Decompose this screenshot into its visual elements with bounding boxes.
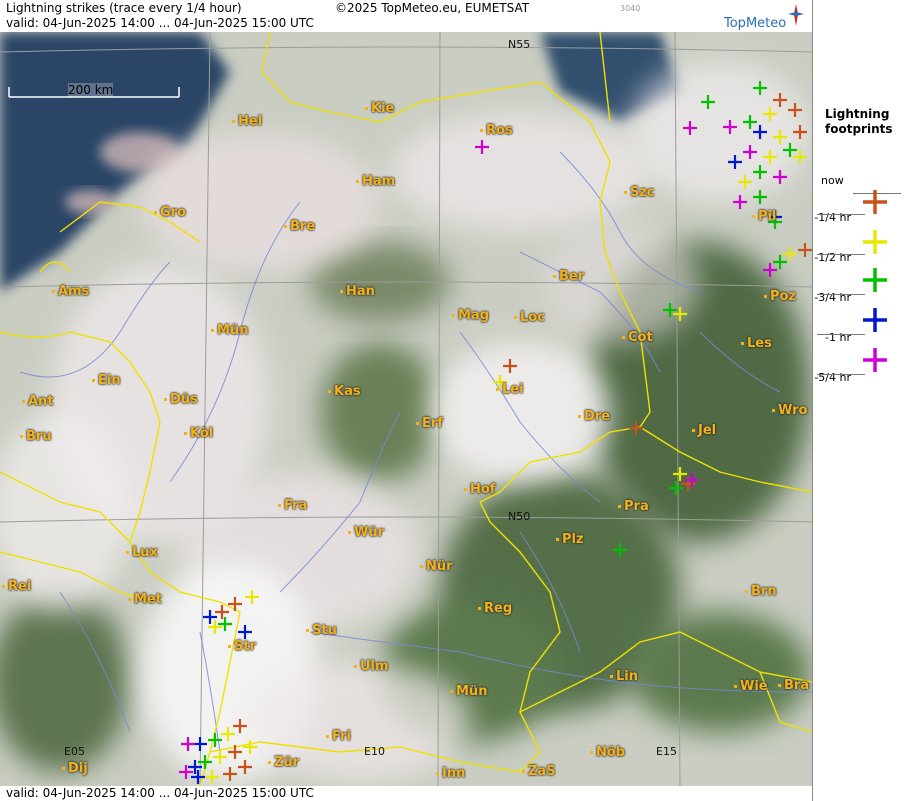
city-label: Hel <box>232 114 262 129</box>
map-title: Lightning strikes (trace every 1/4 hour) <box>6 1 242 15</box>
city-label: Zür <box>268 755 299 770</box>
city-label: Fri <box>326 729 351 744</box>
grid-label-e05: E05 <box>64 745 85 758</box>
city-label: Mün <box>211 323 248 338</box>
legend-cross-icon <box>863 190 887 214</box>
legend-label: -3/4 hr <box>814 291 851 304</box>
legend-label: -5/4 hr <box>814 371 851 384</box>
city-label: ZaS <box>522 764 556 779</box>
strike-cluster-north-east <box>681 79 812 279</box>
grid-label-e10: E10 <box>364 745 385 758</box>
satellite-map: 200 km N55 N50 E05 E10 E15 Hel Kie Ros H… <box>0 32 812 786</box>
city-label: Bru <box>20 429 52 444</box>
city-label: Ham <box>356 174 395 189</box>
city-label: Düs <box>164 392 198 407</box>
strike-cluster-dresden <box>627 419 645 437</box>
city-label: Wie <box>734 679 768 694</box>
city-label: Hof <box>464 482 495 497</box>
map-footer: valid: 04-Jun-2025 14:00 ... 04-Jun-2025… <box>0 786 812 801</box>
city-label: Szc <box>624 185 655 200</box>
topmeteo-logo: TopMeteo <box>724 4 804 32</box>
city-label: Poz <box>764 289 796 304</box>
city-label: Inn <box>436 766 465 781</box>
city-label: Ams <box>52 284 89 299</box>
legend-label: -1/4 hr <box>814 211 851 224</box>
legend-cross-icon <box>863 230 887 254</box>
city-label: Lux <box>126 545 158 560</box>
city-label: Köl <box>184 426 213 441</box>
grid-label-e15: E15 <box>656 745 677 758</box>
city-label: Lei <box>496 382 524 397</box>
city-label: Plz <box>556 532 584 547</box>
city-label: Mün <box>450 684 487 699</box>
legend-label: now <box>821 174 844 187</box>
legend-cross-icon <box>863 348 887 372</box>
city-label: Ber <box>553 269 584 284</box>
city-label: Erf <box>416 416 443 431</box>
city-label: Fra <box>278 498 307 513</box>
city-label: Wür <box>348 525 384 540</box>
city-label: Ant <box>22 394 54 409</box>
city-label: Lin <box>610 669 638 684</box>
strike-cluster-south <box>177 717 259 786</box>
city-label: Kie <box>365 101 394 116</box>
city-label: Bra <box>778 678 809 693</box>
city-label: Reg <box>478 601 512 616</box>
legend-title: Lightning footprints <box>825 107 893 136</box>
strike-cluster-cottbus <box>661 301 689 323</box>
scale-label: 200 km <box>68 83 114 97</box>
legend-cross-icon <box>863 308 887 332</box>
grid-label-n55: N55 <box>508 38 531 51</box>
city-label: Str <box>228 639 256 654</box>
city-label: Mag <box>452 308 489 323</box>
city-label: Pra <box>618 499 649 514</box>
city-label: Jel <box>692 423 716 438</box>
city-label: Ulm <box>354 659 389 674</box>
grid-label-n50: N50 <box>508 510 531 523</box>
city-label: Met <box>128 592 162 607</box>
map-header: Lightning strikes (trace every 1/4 hour)… <box>0 0 812 32</box>
city-label: Dre <box>578 409 610 424</box>
city-label: Stu <box>306 623 337 638</box>
footer-valid-time: valid: 04-Jun-2025 14:00 ... 04-Jun-2025… <box>6 786 314 800</box>
city-label: Ros <box>480 123 513 138</box>
scale-bar: 200 km <box>8 83 180 99</box>
city-label: Wro <box>772 403 807 418</box>
city-label: Bre <box>284 219 315 234</box>
city-label: Les <box>741 336 772 351</box>
city-label: Pil <box>752 209 776 224</box>
city-label: Han <box>340 284 375 299</box>
city-label: Rei <box>2 579 31 594</box>
city-label: Cot <box>622 330 653 345</box>
city-label: Nür <box>420 559 453 574</box>
logo-text: TopMeteo <box>724 16 787 31</box>
strike-cluster-strasbourg <box>201 588 261 641</box>
city-label: Loc <box>514 310 545 325</box>
city-label: Kas <box>328 384 361 399</box>
strike-cluster-praha <box>611 541 629 559</box>
lightning-layer <box>177 79 812 786</box>
city-label: Nöb <box>590 745 625 760</box>
city-label: Gro <box>154 205 186 220</box>
legend-cross-icon <box>863 268 887 292</box>
copyright: ©2025 TopMeteo.eu, EUMETSAT <box>335 1 530 15</box>
legend-row-five-quarter: -5/4 hr <box>813 371 904 418</box>
strike-cluster-jelenia <box>667 465 701 497</box>
city-label: Brn <box>745 584 777 599</box>
map-code: 3040 <box>620 4 641 13</box>
city-label: Dij <box>62 761 88 776</box>
lightning-legend: Lightning footprints now -1/4 hr -1/2 hr… <box>812 0 904 801</box>
city-label: Ein <box>92 373 121 388</box>
compass-icon <box>788 4 804 26</box>
legend-label: -1/2 hr <box>814 251 851 264</box>
strike-cluster-rostock <box>473 138 491 156</box>
valid-time: valid: 04-Jun-2025 14:00 ... 04-Jun-2025… <box>6 16 314 30</box>
legend-label: -1 hr <box>825 331 851 344</box>
